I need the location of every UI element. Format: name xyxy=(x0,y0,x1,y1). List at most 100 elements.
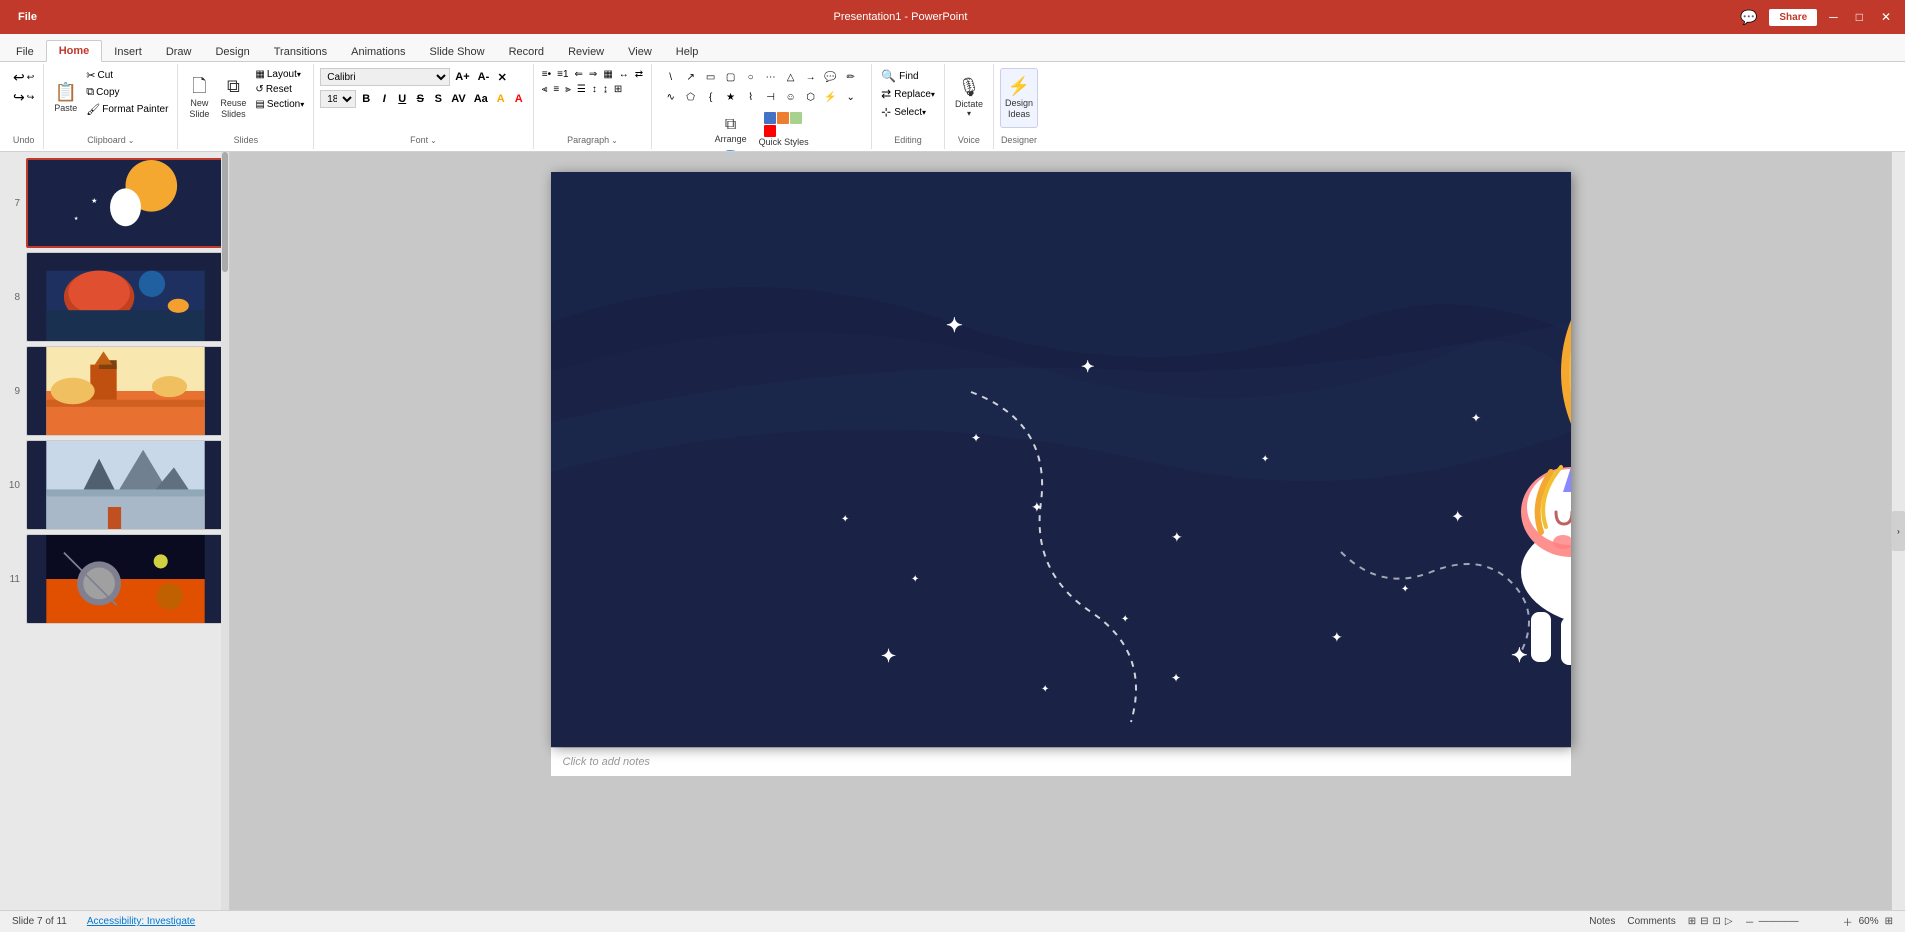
shape-rect-btn[interactable]: ▭ xyxy=(702,68,720,86)
highlight-btn[interactable]: A xyxy=(493,92,509,106)
tab-slideshow[interactable]: Slide Show xyxy=(418,42,497,62)
format-painter-button[interactable]: 🖌 Format Painter xyxy=(83,102,171,117)
select-button[interactable]: ⊹ Select ▾ xyxy=(878,104,929,120)
voice-group-label[interactable]: Voice xyxy=(951,133,987,147)
slide-panel-scrollbar[interactable] xyxy=(221,152,229,910)
shape-brace-btn[interactable]: { xyxy=(702,88,720,106)
tab-design[interactable]: Design xyxy=(203,42,261,62)
slide-item-8[interactable]: 8 xyxy=(4,252,225,342)
shape-curve-btn[interactable]: ∿ xyxy=(662,88,680,106)
align-center-btn[interactable]: ≡ xyxy=(551,83,561,96)
close-btn[interactable]: ✕ xyxy=(1875,10,1897,24)
slide-thumb-10[interactable] xyxy=(26,440,225,530)
chat-icon[interactable]: 💬 xyxy=(1734,9,1763,26)
reset-button[interactable]: ↺ Reset xyxy=(252,83,307,96)
replace-button[interactable]: ⇄ Replace ▾ xyxy=(878,86,938,102)
clipboard-group-label[interactable]: Clipboard ⌄ xyxy=(50,133,171,147)
slide-item-7[interactable]: 7 ★ ★ xyxy=(4,158,225,248)
tab-file[interactable]: File xyxy=(4,42,46,62)
undo-button[interactable]: ↩ ↩ xyxy=(10,68,37,87)
tab-draw[interactable]: Draw xyxy=(154,42,204,62)
undo-group-label[interactable]: Undo xyxy=(10,133,37,147)
char-spacing-btn[interactable]: AV xyxy=(448,92,468,106)
arrange-button[interactable]: ⧉ Arrange xyxy=(711,110,751,150)
align-left-btn[interactable]: ⫷ xyxy=(540,83,550,96)
zoom-in-btn[interactable]: ＋ xyxy=(1843,914,1853,929)
find-button[interactable]: 🔍 Find xyxy=(878,68,921,84)
zoom-slider[interactable]: ———— xyxy=(1759,916,1839,927)
shape-line-btn[interactable]: \ xyxy=(662,68,680,86)
shape-connector-btn[interactable]: ⊣ xyxy=(762,88,780,106)
line-spacing-btn[interactable]: ↕ xyxy=(590,83,599,96)
quick-styles-button[interactable]: Quick Styles xyxy=(755,110,813,150)
accessibility-info[interactable]: Accessibility: Investigate xyxy=(87,916,195,927)
slide-panel-scroll-thumb[interactable] xyxy=(222,152,228,272)
tab-insert[interactable]: Insert xyxy=(102,42,154,62)
shape-pentagon-btn[interactable]: ⬠ xyxy=(682,88,700,106)
file-menu-btn[interactable]: File xyxy=(8,7,47,27)
tab-help[interactable]: Help xyxy=(664,42,711,62)
slides-group-label[interactable]: Slides xyxy=(184,133,307,147)
shadow-btn[interactable]: S xyxy=(430,92,446,106)
slide-thumb-9[interactable] xyxy=(26,346,225,436)
tab-animations[interactable]: Animations xyxy=(339,42,417,62)
copy-button[interactable]: ⧉ Copy xyxy=(83,85,171,100)
font-size-increase-btn[interactable]: A+ xyxy=(452,70,472,84)
view-slide-sorter-icon[interactable]: ⊟ xyxy=(1700,916,1708,927)
slide-thumb-8[interactable] xyxy=(26,252,225,342)
zoom-out-btn[interactable]: － xyxy=(1745,914,1755,929)
font-size-decrease-btn[interactable]: A- xyxy=(475,70,493,84)
tab-review[interactable]: Review xyxy=(556,42,616,62)
shape-triangle-btn[interactable]: △ xyxy=(782,68,800,86)
increase-indent-btn[interactable]: ⇒ xyxy=(587,68,599,81)
collapse-panel-btn[interactable]: › xyxy=(1892,511,1905,551)
slide-thumb-11[interactable] xyxy=(26,534,225,624)
font-family-select[interactable]: Calibri xyxy=(320,68,450,86)
slide-item-9[interactable]: 9 xyxy=(4,346,225,436)
maximize-btn[interactable]: □ xyxy=(1850,10,1869,24)
shape-rtarrow-btn[interactable]: → xyxy=(802,68,820,86)
number-list-btn[interactable]: ≡1 xyxy=(555,68,570,81)
notes-btn[interactable]: Notes xyxy=(1589,916,1615,927)
font-group-label[interactable]: Font ⌄ xyxy=(320,133,527,147)
designer-group-label[interactable]: Designer xyxy=(1000,133,1038,147)
tab-home[interactable]: Home xyxy=(46,40,103,62)
notes-area[interactable]: Click to add notes xyxy=(551,747,1571,776)
paragraph-group-label[interactable]: Paragraph ⌄ xyxy=(540,133,645,147)
tab-transitions[interactable]: Transitions xyxy=(262,42,339,62)
slide-canvas[interactable]: ✦ ✦ ✦ ✦ ✦ ✦ ✦ ✦ ✦ ✦ ✦ ✦ ✦ ✦ ✦ ✦ ✦ xyxy=(551,172,1571,747)
shape-arrow-btn[interactable]: ↗ xyxy=(682,68,700,86)
align-right-btn[interactable]: ⫸ xyxy=(563,83,573,96)
shape-more-btn[interactable]: ⋯ xyxy=(762,68,780,86)
shape-callout-btn[interactable]: 💬 xyxy=(822,68,840,86)
bold-btn[interactable]: B xyxy=(358,92,374,106)
direction-btn[interactable]: ↔ xyxy=(617,68,631,81)
fit-slide-btn[interactable]: ⊞ xyxy=(1885,916,1893,927)
layout-button[interactable]: ▦ Layout ▾ xyxy=(252,68,307,81)
paste-button[interactable]: 📋 Paste xyxy=(50,68,81,128)
bullet-list-btn[interactable]: ≡• xyxy=(540,68,553,81)
convert-btn[interactable]: ⇄ xyxy=(633,68,645,81)
shape-ribbon-btn[interactable]: ⌇ xyxy=(742,88,760,106)
view-normal-icon[interactable]: ⊞ xyxy=(1688,916,1696,927)
share-button[interactable]: Share xyxy=(1769,9,1817,26)
minimize-btn[interactable]: ─ xyxy=(1823,10,1844,24)
shape-freeform-btn[interactable]: ✏ xyxy=(842,68,860,86)
shape-cube-btn[interactable]: ⬡ xyxy=(802,88,820,106)
dictate-button[interactable]: 🎙 Dictate ▾ xyxy=(951,68,987,128)
justify-btn[interactable]: ☰ xyxy=(575,83,588,96)
tab-record[interactable]: Record xyxy=(497,42,556,62)
shape-star-btn[interactable]: ★ xyxy=(722,88,740,106)
smartart-btn[interactable]: ⊞ xyxy=(612,83,624,96)
font-size-select[interactable]: 18 xyxy=(320,90,356,108)
strikethrough-btn[interactable]: S xyxy=(412,92,428,106)
view-reading-icon[interactable]: ⊡ xyxy=(1713,916,1721,927)
shape-roundrect-btn[interactable]: ▢ xyxy=(722,68,740,86)
redo-button[interactable]: ↪ ↪ xyxy=(10,88,37,107)
underline-btn[interactable]: U xyxy=(394,92,410,106)
design-ideas-button[interactable]: ⚡ Design Ideas xyxy=(1000,68,1038,128)
clear-formatting-btn[interactable]: ✕ xyxy=(494,70,510,85)
shape-circle-btn[interactable]: ○ xyxy=(742,68,760,86)
view-slideshow-icon[interactable]: ▷ xyxy=(1725,916,1733,927)
font-size2-btn[interactable]: Aa xyxy=(471,92,491,106)
